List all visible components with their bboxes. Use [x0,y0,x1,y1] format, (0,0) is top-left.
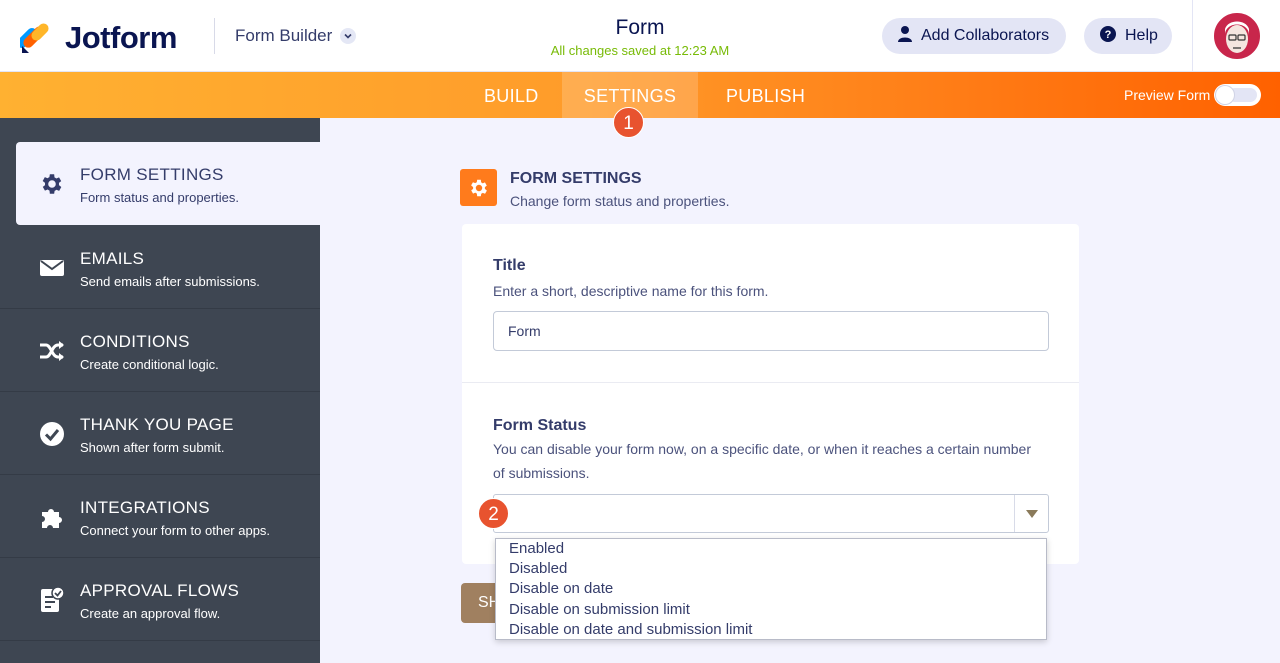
sidebar-item-form-settings[interactable]: FORM SETTINGS Form status and properties… [16,142,320,225]
check-circle-icon [38,420,66,448]
help-label: Help [1125,27,1158,44]
caret-down-icon [1014,495,1048,532]
help-button[interactable]: ? Help [1084,18,1172,54]
title-description: Enter a short, descriptive name for this… [493,283,769,299]
sidebar-item-conditions[interactable]: CONDITIONS Create conditional logic. [0,309,320,392]
title-input[interactable]: Form [493,311,1049,351]
status-option-disable-on-date[interactable]: Disable on date [496,579,1046,599]
envelope-icon [38,254,66,282]
question-icon: ? [1099,25,1117,48]
sidebar-item-approval-flows[interactable]: APPROVAL FLOWS Create an approval flow. [0,558,320,641]
header-divider-right [1192,0,1193,72]
sidebar-item-title: CONDITIONS [80,332,190,351]
status-option-enabled[interactable]: Enabled [496,539,1046,559]
card-divider [462,382,1079,383]
sidebar-item-title: FORM SETTINGS [80,165,224,184]
form-status-label: Form Status [493,417,587,434]
top-header: Jotform Form Builder Form All changes sa… [0,0,1280,72]
preview-form-toggle[interactable] [1214,84,1261,106]
approval-icon [38,586,66,614]
sidebar-item-subtitle: Send emails after submissions. [80,274,260,289]
user-icon [897,25,913,48]
status-option-disabled[interactable]: Disabled [496,559,1046,579]
sidebar-item-title: EMAILS [80,249,145,268]
section-title: FORM SETTINGS [510,170,642,187]
add-collaborators-label: Add Collaborators [921,27,1050,44]
tab-publish[interactable]: PUBLISH [726,72,805,118]
form-status-select[interactable] [493,494,1049,533]
form-status-description: You can disable your form now, on a spec… [493,441,1032,457]
step-badge-2: 2 [478,498,509,529]
sidebar-item-subtitle: Connect your form to other apps. [80,523,271,538]
form-status-description-line2: of submissions. [493,465,590,481]
status-option-disable-on-limit[interactable]: Disable on submission limit [496,600,1046,620]
step-badge-1: 1 [613,107,644,138]
title-label: Title [493,257,526,274]
sidebar-item-title: THANK YOU PAGE [80,415,234,434]
sidebar-item-subtitle: Form status and properties. [80,190,239,205]
puzzle-icon [38,503,66,531]
form-status-options-list: Enabled Disabled Disable on date Disable… [495,538,1047,640]
tab-build[interactable]: BUILD [484,72,539,118]
sidebar-item-subtitle: Create conditional logic. [80,357,219,372]
sidebar-item-subtitle: Create an approval flow. [80,606,221,621]
sidebar-item-thank-you-page[interactable]: THANK YOU PAGE Shown after form submit. [0,392,320,475]
avatar[interactable] [1214,13,1260,59]
sidebar-item-title: INTEGRATIONS [80,498,210,517]
builder-tab-bar: BUILD SETTINGS PUBLISH Preview Form [0,72,1280,118]
status-option-disable-on-date-and-limit[interactable]: Disable on date and submission limit [496,620,1046,640]
settings-sidebar: FORM SETTINGS Form status and properties… [0,118,320,663]
gear-icon [460,169,497,206]
sidebar-item-integrations[interactable]: INTEGRATIONS Connect your form to other … [0,475,320,558]
sidebar-item-emails[interactable]: EMAILS Send emails after submissions. [0,226,320,309]
add-collaborators-button[interactable]: Add Collaborators [882,18,1066,54]
sidebar-item-title: APPROVAL FLOWS [80,581,240,600]
shuffle-icon [38,337,66,365]
toggle-knob [1216,86,1234,104]
sidebar-item-subtitle: Shown after form submit. [80,440,225,455]
gear-icon [38,170,66,198]
section-subtitle: Change form status and properties. [510,193,730,209]
svg-text:?: ? [1105,29,1112,41]
preview-form-label: Preview Form [1124,87,1211,103]
settings-card: Title Enter a short, descriptive name fo… [462,224,1079,564]
